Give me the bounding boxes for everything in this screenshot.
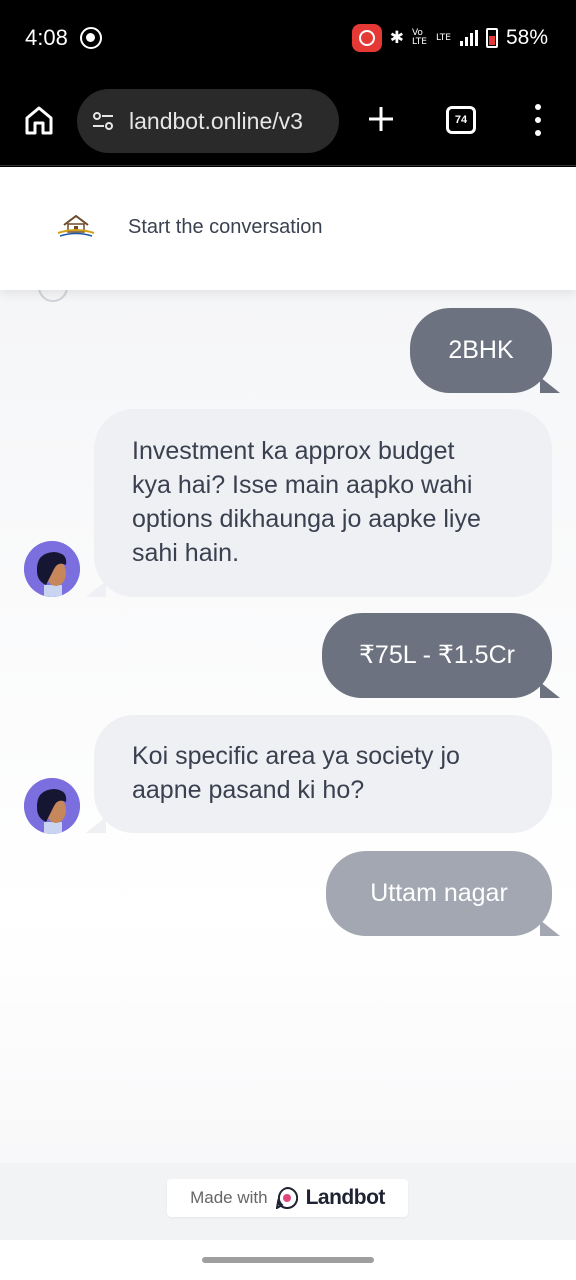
message-line: sahi hain. [132,539,240,567]
landbot-brand: Landbot [305,1186,386,1209]
lte-icon: LTE [435,32,451,43]
home-icon[interactable] [22,103,56,137]
status-icons: ✱ Vo LTE LTE 58% [351,24,548,52]
bot-message: Koi specific area ya society jo aapne pa… [86,715,552,833]
site-settings-icon[interactable] [91,109,115,133]
url-text: landbot.online/v3 [129,107,303,134]
user-message: ₹75L - ₹1.5Cr [322,613,560,698]
chat-header: Start the conversation [0,167,576,290]
battery-icon [485,28,498,48]
message-text: ₹75L - ₹1.5Cr [359,641,515,669]
more-menu-icon[interactable] [528,104,548,136]
navigation-bar [0,1240,576,1280]
volte-icon: Vo LTE [411,28,427,47]
message-line: Koi specific area ya society jo [132,742,460,770]
battery-percent: 58% [505,26,548,49]
home-gesture-handle[interactable] [202,1257,374,1263]
status-time: 4:08 [25,25,68,50]
message-line: aapne pasand ki ho? [132,776,365,804]
tab-switcher-button[interactable]: 74 [446,106,476,134]
made-with-landbot-badge[interactable]: Made with Landbot [167,1179,408,1217]
message-text: Uttam nagar [370,879,508,907]
record-indicator-icon [80,27,102,49]
screen-record-icon [351,24,382,52]
bot-message: Investment ka approx budget kya hai? Iss… [86,409,552,597]
address-bar[interactable]: landbot.online/v3 [77,89,339,153]
user-message-pending: Uttam nagar [326,851,560,936]
message-line: options dikhaunga jo aapke liye [132,505,481,533]
message-text: 2BHK [448,336,514,364]
new-tab-icon[interactable] [366,104,396,134]
signal-icon [459,30,478,46]
user-message: 2BHK [410,308,560,393]
header-title: Start the conversation [128,216,323,238]
message-line: kya hai? Isse main aapko wahi [132,471,473,499]
house-logo-icon [57,214,95,237]
chat-page: Start the conversation 2BHK Investment k… [0,167,576,1240]
made-with-text: Made with [190,1188,268,1207]
landbot-logo-icon [275,1187,298,1209]
bot-avatar [24,541,80,597]
browser-toolbar: landbot.online/v3 74 [0,78,576,166]
footer: Made with Landbot [0,1163,576,1240]
bot-avatar [24,778,80,834]
bluetooth-icon: ✱ [389,28,404,47]
status-bar: 4:08 ✱ Vo LTE LTE 58% [0,0,576,78]
message-line: Investment ka approx budget [132,437,455,465]
